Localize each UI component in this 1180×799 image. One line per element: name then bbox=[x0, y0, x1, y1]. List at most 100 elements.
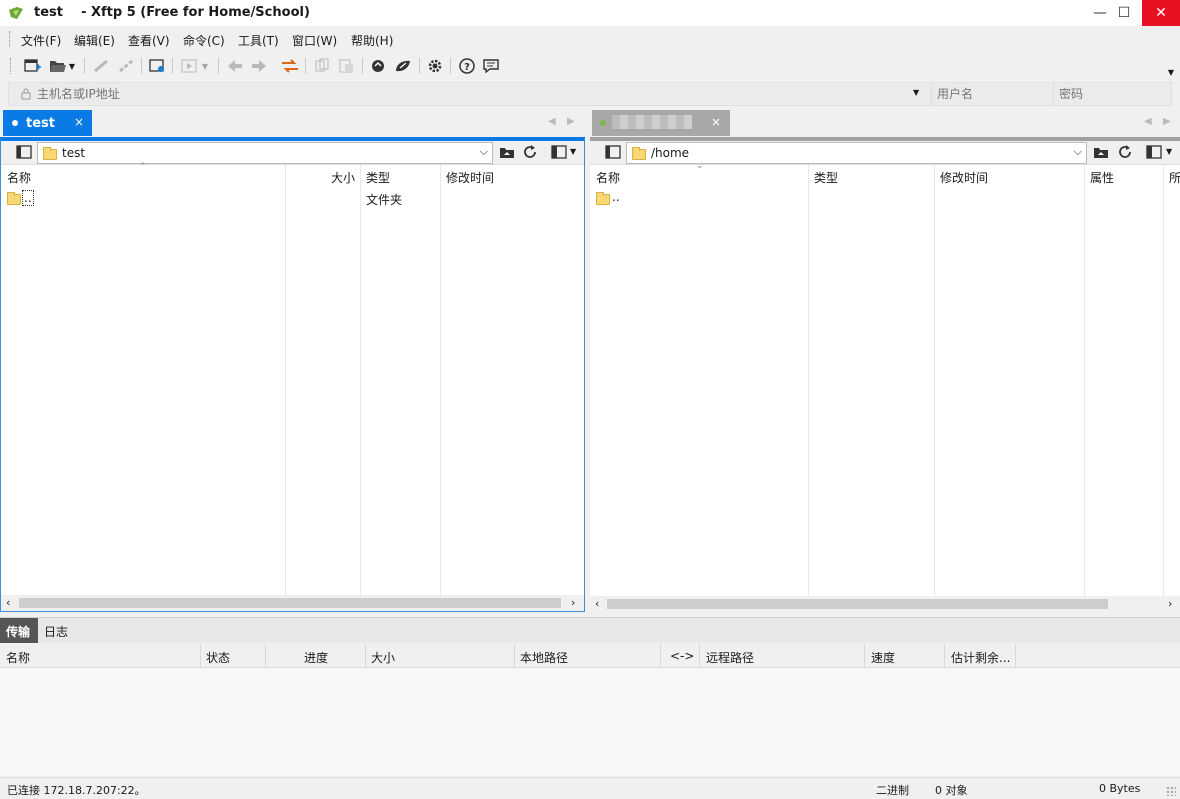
parent-folder-icon[interactable] bbox=[1093, 145, 1109, 159]
settings-gear-icon[interactable] bbox=[424, 56, 446, 76]
paste-icon[interactable] bbox=[335, 56, 357, 76]
object-count: 0 对象 bbox=[935, 784, 968, 797]
feedback-icon[interactable] bbox=[480, 56, 502, 76]
password-input[interactable] bbox=[1059, 84, 1169, 104]
sidebar-toggle-icon[interactable] bbox=[605, 145, 621, 159]
transfer-col-status[interactable]: 状态 bbox=[206, 649, 230, 666]
connect-icon[interactable] bbox=[90, 56, 112, 76]
menu-file[interactable]: 文件(F) bbox=[21, 32, 61, 49]
menu-command[interactable]: 命令(C) bbox=[183, 32, 225, 49]
new-session-icon[interactable] bbox=[22, 56, 44, 76]
toolbar-overflow-icon[interactable]: ▼ bbox=[1165, 62, 1177, 82]
transfer-col-direction[interactable]: <-> bbox=[670, 649, 694, 663]
scroll-left-icon[interactable]: ‹ bbox=[6, 596, 10, 609]
menu-view[interactable]: 查看(V) bbox=[128, 32, 170, 49]
parent-folder-icon[interactable] bbox=[499, 145, 515, 159]
path-dropdown-icon[interactable]: ⌵ bbox=[480, 145, 488, 159]
transfer-col-size[interactable]: 大小 bbox=[371, 649, 395, 666]
menu-window[interactable]: 窗口(W) bbox=[292, 32, 337, 49]
menu-tools[interactable]: 工具(T) bbox=[238, 32, 279, 49]
menu-bar: 文件(F) 编辑(E) 查看(V) 命令(C) 工具(T) 窗口(W) 帮助(H… bbox=[0, 26, 1180, 52]
tab-status-dot bbox=[600, 120, 606, 126]
col-name[interactable]: 名称 bbox=[1, 165, 37, 187]
table-row[interactable]: .. 文件夹 bbox=[1, 188, 581, 208]
help-icon[interactable]: ? bbox=[456, 56, 478, 76]
refresh-icon[interactable] bbox=[522, 144, 538, 160]
tab-close-icon[interactable]: × bbox=[74, 115, 84, 129]
col-name[interactable]: 名称 bbox=[590, 165, 626, 187]
scroll-left-icon[interactable]: ‹ bbox=[595, 597, 599, 610]
scroll-thumb[interactable] bbox=[19, 598, 561, 608]
view-mode-icon[interactable] bbox=[551, 145, 567, 159]
remote-horizontal-scrollbar[interactable]: ‹ › bbox=[590, 596, 1180, 612]
transfer-col-eta[interactable]: 估计剩余... bbox=[951, 649, 1010, 666]
forward-arrow-icon[interactable] bbox=[248, 56, 270, 76]
resize-grip-icon[interactable] bbox=[1166, 786, 1176, 796]
left-tab-scroll-left-icon[interactable]: ◀ bbox=[548, 116, 556, 127]
right-tab-scroll-left-icon[interactable]: ◀ bbox=[1144, 116, 1152, 127]
transfer-arrows-icon[interactable] bbox=[279, 56, 301, 76]
maximize-icon: ☐ bbox=[1117, 5, 1131, 21]
local-horizontal-scrollbar[interactable]: ‹ › bbox=[1, 595, 584, 611]
tab-status-dot bbox=[12, 120, 18, 126]
tab-test[interactable]: test × bbox=[3, 110, 92, 136]
open-dropdown-icon[interactable]: ▼ bbox=[66, 56, 78, 76]
scroll-right-icon[interactable]: › bbox=[571, 596, 575, 609]
toolbar: ▼ ▼ ? ▼ bbox=[0, 52, 1180, 80]
maximize-button[interactable]: ☐ bbox=[1108, 0, 1140, 26]
transfer-col-progress[interactable]: 进度 bbox=[304, 649, 328, 666]
menu-help[interactable]: 帮助(H) bbox=[351, 32, 393, 49]
right-tab-scroll-right-icon[interactable]: ▶ bbox=[1163, 116, 1171, 127]
col-modified[interactable]: 修改时间 bbox=[440, 165, 500, 187]
connection-status: 已连接 172.18.7.207:22。 bbox=[7, 784, 146, 797]
xshell-icon[interactable] bbox=[367, 56, 389, 76]
col-size[interactable]: 大小 bbox=[325, 165, 361, 187]
scroll-thumb[interactable] bbox=[607, 599, 1108, 609]
view-mode-dropdown-icon[interactable]: ▼ bbox=[1166, 147, 1172, 156]
svg-text:?: ? bbox=[464, 62, 470, 73]
transfer-col-local-path[interactable]: 本地路径 bbox=[520, 649, 568, 666]
tab-transfer[interactable]: 传输 bbox=[0, 618, 38, 643]
col-type[interactable]: 类型 bbox=[808, 165, 844, 187]
tab-remote[interactable]: × bbox=[592, 110, 730, 136]
file-name: .. bbox=[612, 190, 620, 204]
disconnect-icon[interactable] bbox=[115, 56, 137, 76]
scroll-right-icon[interactable]: › bbox=[1168, 597, 1172, 610]
transfer-col-remote-path[interactable]: 远程路径 bbox=[706, 649, 754, 666]
sidebar-toggle-icon[interactable] bbox=[16, 145, 32, 159]
col-attributes[interactable]: 属性 bbox=[1084, 165, 1120, 187]
play-dropdown-icon[interactable]: ▼ bbox=[199, 56, 211, 76]
copy-icon[interactable] bbox=[311, 56, 333, 76]
col-owner[interactable]: 所 bbox=[1163, 165, 1180, 187]
username-input[interactable] bbox=[937, 84, 1047, 104]
transfer-mode: 二进制 bbox=[876, 784, 909, 797]
tab-log[interactable]: 日志 bbox=[44, 623, 68, 640]
local-pane: test ⌵ ▼ ⌃ 名称 大小 类型 修改时间 .. 文件夹 ‹ › bbox=[0, 137, 585, 612]
menu-edit[interactable]: 编辑(E) bbox=[74, 32, 115, 49]
close-button[interactable]: ✕ bbox=[1142, 0, 1180, 26]
sort-indicator-icon: ⌄ bbox=[696, 161, 704, 171]
tab-close-icon[interactable]: × bbox=[711, 115, 721, 129]
properties-icon[interactable] bbox=[146, 56, 168, 76]
transfer-header: 名称 状态 进度 大小 本地路径 <-> 远程路径 速度 估计剩余... bbox=[0, 644, 1180, 668]
host-input[interactable] bbox=[37, 84, 927, 104]
col-type[interactable]: 类型 bbox=[360, 165, 396, 187]
col-modified[interactable]: 修改时间 bbox=[934, 165, 994, 187]
host-dropdown-icon[interactable]: ▼ bbox=[913, 88, 919, 97]
transfer-list[interactable] bbox=[0, 668, 1180, 776]
minimize-icon: — bbox=[1093, 5, 1107, 21]
table-row[interactable]: .. bbox=[590, 188, 1170, 208]
view-mode-icon[interactable] bbox=[1146, 145, 1162, 159]
refresh-icon[interactable] bbox=[1117, 144, 1133, 160]
play-icon[interactable] bbox=[178, 56, 200, 76]
left-tab-scroll-right-icon[interactable]: ▶ bbox=[567, 116, 575, 127]
view-mode-dropdown-icon[interactable]: ▼ bbox=[570, 147, 576, 156]
transfer-col-name[interactable]: 名称 bbox=[6, 649, 30, 666]
transfer-col-speed[interactable]: 速度 bbox=[871, 649, 895, 666]
back-arrow-icon[interactable] bbox=[224, 56, 246, 76]
xmanager-icon[interactable] bbox=[392, 56, 414, 76]
menu-grip bbox=[9, 31, 11, 47]
tab-label-blurred bbox=[612, 115, 692, 129]
local-path-input[interactable]: test ⌵ bbox=[37, 142, 493, 164]
path-dropdown-icon[interactable]: ⌵ bbox=[1074, 145, 1082, 159]
